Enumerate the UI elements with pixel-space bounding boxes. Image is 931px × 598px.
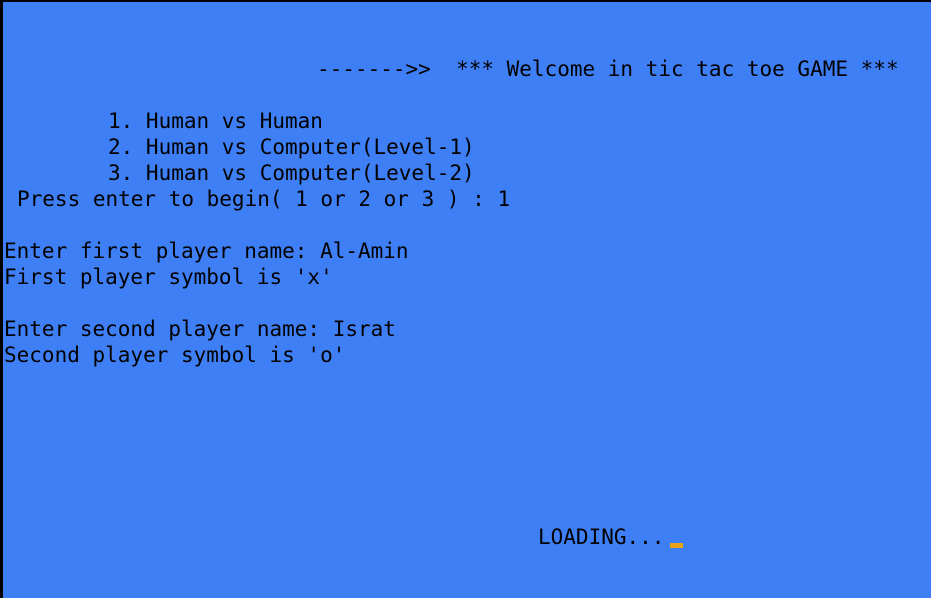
begin-prompt: Press enter to begin( 1 or 2 or 3 ) : 1	[17, 186, 510, 212]
first-player-symbol-line: First player symbol is 'x'	[4, 265, 333, 289]
welcome-title: ------->> *** Welcome in tic tac toe GAM…	[317, 57, 899, 81]
menu-option-human-vs-human: 1. Human vs Human	[108, 109, 323, 133]
console-window[interactable]: ------->> *** Welcome in tic tac toe GAM…	[0, 0, 931, 598]
second-player-name-value: Israt	[332, 317, 396, 341]
second-player-prompt-label: Enter second player name:	[4, 317, 333, 341]
first-player-prompt-label: Enter first player name:	[4, 239, 321, 263]
loading-text: LOADING...	[538, 525, 665, 549]
menu-option-computer-level-1: 2. Human vs Computer(Level-1)	[108, 135, 475, 159]
first-player-prompt: Enter first player name: Al-Amin	[4, 238, 409, 264]
begin-prompt-label: Press enter to begin( 1 or 2 or 3 ) :	[17, 187, 498, 211]
menu-option-computer-level-2: 3. Human vs Computer(Level-2)	[108, 161, 475, 185]
second-player-symbol-line: Second player symbol is 'o'	[4, 343, 346, 367]
first-player-name-value: Al-Amin	[320, 239, 409, 263]
text-cursor	[670, 543, 683, 548]
second-player-prompt: Enter second player name: Israt	[4, 316, 396, 342]
begin-prompt-input-value: 1	[497, 187, 511, 211]
